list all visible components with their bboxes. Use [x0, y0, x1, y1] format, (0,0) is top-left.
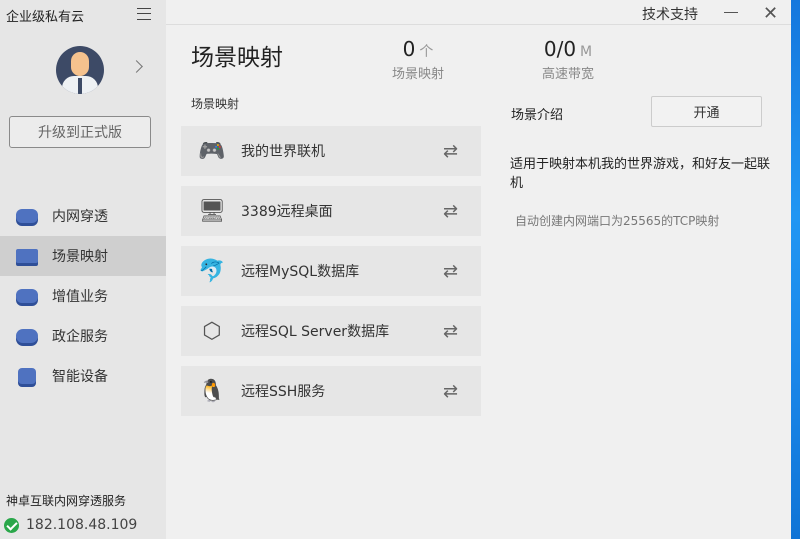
mapping-icon: [16, 249, 38, 263]
service-name: 神卓互联内网穿透服务: [6, 494, 127, 508]
scene-item[interactable]: 🖥 3389远程桌面 ⇄: [181, 186, 481, 236]
sidebar-item-label: 智能设备: [52, 369, 108, 385]
check-circle-icon: [4, 518, 19, 533]
app-window: 企业级私有云 升级到正式版 内网穿透 场景映射 增值业务 政企服务 智能设备 神…: [0, 0, 791, 539]
divider: [166, 24, 791, 25]
stat-value: 0: [402, 37, 416, 61]
scene-label: 远程SSH服务: [241, 384, 326, 400]
sidebar: 企业级私有云 升级到正式版 内网穿透 场景映射 增值业务 政企服务 智能设备 神…: [0, 0, 166, 539]
sql-server-icon: ⬡: [202, 318, 222, 344]
sidebar-item-label: 政企服务: [52, 329, 108, 345]
stat-scene-count: 0个 场景映射: [388, 37, 448, 82]
stat-bandwidth: 0/0 M 高速带宽: [536, 37, 600, 82]
scene-label: 远程SQL Server数据库: [241, 324, 390, 340]
scene-item[interactable]: 🎮 我的世界联机 ⇄: [181, 126, 481, 176]
swap-icon[interactable]: ⇄: [443, 261, 463, 282]
scene-label: 远程MySQL数据库: [241, 264, 360, 280]
avatar[interactable]: [56, 46, 104, 94]
scene-label: 我的世界联机: [241, 144, 325, 160]
scene-item[interactable]: ⬡ 远程SQL Server数据库 ⇄: [181, 306, 481, 356]
swap-icon[interactable]: ⇄: [443, 141, 463, 162]
sidebar-item-value-added[interactable]: 增值业务: [0, 276, 166, 316]
router-icon: [16, 329, 38, 343]
intro-label: 场景介绍: [511, 108, 564, 123]
swap-icon[interactable]: ⇄: [443, 381, 463, 402]
desktop-background: [791, 0, 800, 539]
sidebar-item-label: 场景映射: [52, 249, 108, 265]
gamepad-icon: 🎮: [198, 138, 226, 164]
intro-description: 适用于映射本机我的世界游戏，和好友一起联机: [510, 157, 771, 191]
stat-unit: M: [580, 44, 593, 60]
stat-unit: 个: [419, 44, 434, 60]
tech-support-link[interactable]: 技术支持: [642, 4, 698, 24]
network-icon: [16, 209, 38, 223]
open-button[interactable]: 开通: [651, 96, 762, 127]
sidebar-item-enterprise[interactable]: 政企服务: [0, 316, 166, 356]
device-icon: [18, 368, 36, 384]
close-icon[interactable]: ✕: [763, 3, 778, 24]
monitor-icon: 🖥: [198, 198, 226, 224]
swap-icon[interactable]: ⇄: [443, 321, 463, 342]
scene-label: 3389远程桌面: [241, 204, 333, 220]
box-icon: [16, 289, 38, 303]
linux-penguin-icon: 🐧: [198, 378, 226, 404]
hamburger-menu-icon[interactable]: [137, 8, 151, 20]
stat-label: 场景映射: [391, 67, 444, 82]
stat-value: 0/0: [543, 37, 577, 61]
minimize-icon[interactable]: [724, 12, 738, 13]
scene-item[interactable]: 🐧 远程SSH服务 ⇄: [181, 366, 481, 416]
sidebar-item-scene-mapping[interactable]: 场景映射: [0, 236, 166, 276]
scene-item[interactable]: 🐬 远程MySQL数据库 ⇄: [181, 246, 481, 296]
chevron-right-icon[interactable]: [130, 60, 143, 73]
sidebar-item-label: 增值业务: [52, 289, 108, 305]
section-label: 场景映射: [191, 97, 240, 111]
page-title: 场景映射: [191, 45, 283, 71]
app-title: 企业级私有云: [6, 10, 85, 25]
ip-address: 182.108.48.109: [26, 517, 138, 533]
swap-icon[interactable]: ⇄: [443, 201, 463, 222]
sidebar-item-smart-device[interactable]: 智能设备: [0, 356, 166, 396]
intro-note: 自动创建内网端口为25565的TCP映射: [515, 214, 720, 228]
sidebar-item-intranet[interactable]: 内网穿透: [0, 196, 166, 236]
stat-label: 高速带宽: [541, 67, 594, 82]
sidebar-item-label: 内网穿透: [52, 209, 108, 225]
mysql-dolphin-icon: 🐬: [198, 258, 226, 284]
upgrade-button[interactable]: 升级到正式版: [9, 116, 151, 148]
